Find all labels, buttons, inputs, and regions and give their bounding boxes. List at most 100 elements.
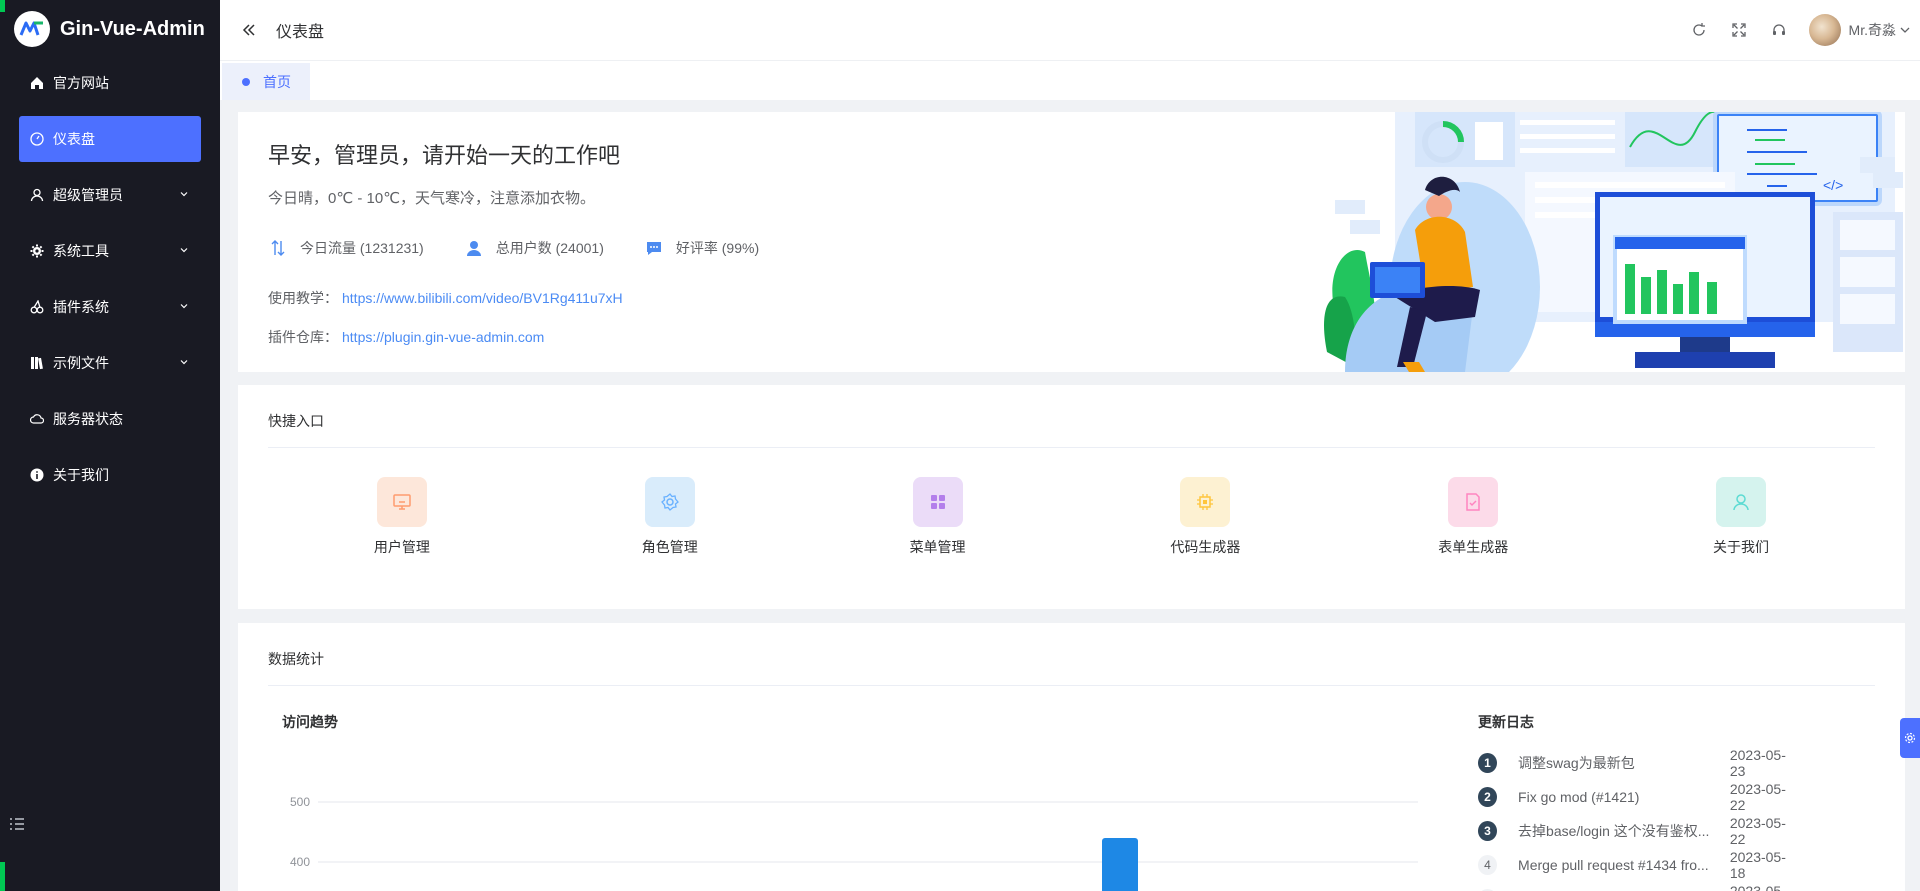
avatar[interactable]: [1808, 14, 1841, 46]
changelog-row[interactable]: 1 调整swag为最新包 2023-05-23: [1478, 746, 1798, 780]
data-stats-card: 数据统计 访问趋势 500 400 更新日志 1 调整swag为最新包 2023-05…: [238, 623, 1905, 891]
sidebar-item-1[interactable]: 官方网站: [19, 60, 201, 106]
changelog-row[interactable]: 4 Merge pull request #1434 fro... 2023-05-…: [1478, 848, 1798, 882]
sidebar-item-label: 系统工具: [53, 243, 109, 259]
sidebar-item-8[interactable]: 关于我们: [19, 452, 201, 498]
dashboard-icon: [29, 131, 45, 147]
welcome-card: 早安，管理员，请开始一天的工作吧 今日晴，0℃ - 10℃，天气寒冷，注意添加衣…: [238, 112, 1905, 372]
changelog-date: 2023-05-22: [1729, 781, 1786, 813]
cpu-icon: [1180, 477, 1231, 527]
quick-role-management[interactable]: 角色管理: [536, 477, 804, 557]
changelog-message: Merge pull request #1434 fro...: [1518, 857, 1709, 873]
chart-bar[interactable]: [1102, 838, 1138, 891]
changelog-title: 更新日志: [1478, 714, 1534, 730]
tab-label: 首页: [263, 73, 291, 90]
collapse-menu-icon[interactable]: [8, 815, 26, 833]
quick-entry-card: 快捷入口 用户管理 角色管理 菜单管理 代码生成器 表单生成器 关于我们: [238, 385, 1905, 609]
changelog-row[interactable]: 5修复接口返回未 return 问题2023-05-18: [1478, 882, 1798, 891]
quick-label: 表单生成器: [1438, 539, 1509, 555]
changelog-index: 2: [1478, 787, 1498, 807]
plugin-row: 插件仓库： https://plugin.gin-vue-admin.com: [268, 327, 544, 347]
sidebar-menu: 官方网站仪表盘超级管理员系统工具插件系统示例文件服务器状态关于我们: [0, 60, 220, 498]
quick-label: 角色管理: [641, 539, 698, 555]
fullscreen-icon[interactable]: [1729, 20, 1749, 40]
quick-code-generator[interactable]: 代码生成器: [1071, 477, 1339, 557]
settings-drawer-toggle[interactable]: [1900, 718, 1920, 758]
quick-label: 代码生成器: [1170, 539, 1241, 555]
sidebar: Gin-Vue-Admin 官方网站仪表盘超级管理员系统工具插件系统示例文件服务…: [0, 0, 220, 891]
divider: [268, 447, 1875, 448]
edge-accent: [0, 0, 5, 12]
tabs-bar: 首页: [220, 60, 1920, 100]
gear-icon: [1904, 732, 1916, 744]
stats-title: 数据统计: [268, 651, 324, 667]
changelog-message: Fix go mod (#1421): [1518, 789, 1640, 805]
gear-icon: [644, 477, 695, 527]
visit-trend-chart: 500 400: [290, 795, 1418, 891]
plugin-label: 插件仓库：: [268, 329, 338, 345]
stat-rating: 好评率 (99%): [644, 238, 759, 258]
tab-home[interactable]: 首页: [222, 63, 310, 100]
chevron-down-icon[interactable]: [1898, 23, 1912, 37]
menu-grid-icon: [912, 477, 963, 527]
changelog-date: 2023-05-23: [1729, 747, 1786, 779]
changelog-index: 1: [1478, 753, 1498, 773]
traffic-icon: [268, 238, 288, 258]
breadcrumb: 仪表盘: [276, 24, 325, 41]
stat-traffic: 今日流量 (1231231): [268, 238, 424, 258]
sidebar-item-label: 关于我们: [53, 467, 109, 483]
changelog-index: 4: [1478, 855, 1498, 875]
sidebar-item-6[interactable]: 示例文件: [19, 340, 201, 386]
sidebar-item-5[interactable]: 插件系统: [19, 284, 201, 330]
changelog-date: 2023-05-22: [1729, 815, 1786, 847]
stat-label: 好评率 (99%): [675, 240, 760, 256]
sidebar-item-3[interactable]: 超级管理员: [19, 172, 201, 218]
cherry-icon: [29, 299, 45, 315]
changelog-row[interactable]: 3 去掉base/login 这个没有鉴权... 2023-05-22: [1478, 814, 1798, 848]
changelog-date: 2023-05-18: [1729, 883, 1786, 891]
sidebar-item-4[interactable]: 系统工具: [19, 228, 201, 274]
quick-entry-list: 用户管理 角色管理 菜单管理 代码生成器 表单生成器 关于我们: [268, 477, 1875, 557]
fold-sidebar-icon[interactable]: [240, 21, 258, 39]
quick-label: 菜单管理: [909, 539, 966, 555]
quick-about-us[interactable]: 关于我们: [1607, 477, 1875, 557]
info-icon: [29, 467, 45, 483]
sidebar-item-label: 服务器状态: [53, 411, 123, 427]
tutorial-label: 使用教学：: [268, 290, 338, 306]
monitor-icon: [376, 477, 427, 527]
stats-row: 今日流量 (1231231) 总用户数 (24001) 好评率 (99%): [268, 238, 799, 258]
app-title: Gin-Vue-Admin: [60, 17, 205, 40]
dashboard-illustration: </>: [1324, 112, 1903, 372]
files-icon: [29, 355, 45, 371]
gear-icon: [29, 243, 45, 259]
sidebar-item-label: 超级管理员: [53, 187, 123, 203]
cloud-icon: [29, 411, 45, 427]
quick-menu-management[interactable]: 菜单管理: [804, 477, 1072, 557]
user-name[interactable]: Mr.奇淼: [1849, 20, 1896, 40]
logo-icon: [14, 11, 50, 47]
quick-form-generator[interactable]: 表单生成器: [1339, 477, 1607, 557]
quick-label: 关于我们: [1713, 539, 1770, 555]
sidebar-item-label: 插件系统: [53, 299, 109, 315]
plugin-link[interactable]: https://plugin.gin-vue-admin.com: [342, 329, 544, 345]
sidebar-item-7[interactable]: 服务器状态: [19, 396, 201, 442]
comment-icon: [644, 238, 664, 258]
top-header: 仪表盘 Mr.奇淼: [220, 0, 1920, 60]
user-icon: [464, 238, 484, 258]
changelog-row[interactable]: 2 Fix go mod (#1421) 2023-05-22: [1478, 780, 1798, 814]
user-icon: [1716, 477, 1767, 527]
chart-title: 访问趋势: [282, 714, 338, 730]
tutorial-link[interactable]: https://www.bilibili.com/video/BV1Rg411u…: [342, 290, 623, 306]
y-tick-label: 400: [290, 855, 310, 869]
logo[interactable]: Gin-Vue-Admin: [0, 0, 220, 58]
form-icon: [1448, 477, 1499, 527]
quick-label: 用户管理: [373, 539, 430, 555]
chevron-down-icon: [177, 187, 191, 201]
stat-label: 总用户数 (24001): [495, 240, 604, 256]
changelog-message: 调整swag为最新包: [1518, 755, 1635, 771]
chevron-down-icon: [177, 243, 191, 257]
sidebar-item-2[interactable]: 仪表盘: [19, 116, 201, 162]
refresh-icon[interactable]: [1689, 20, 1709, 40]
headset-icon[interactable]: [1769, 20, 1789, 40]
quick-user-management[interactable]: 用户管理: [268, 477, 536, 557]
